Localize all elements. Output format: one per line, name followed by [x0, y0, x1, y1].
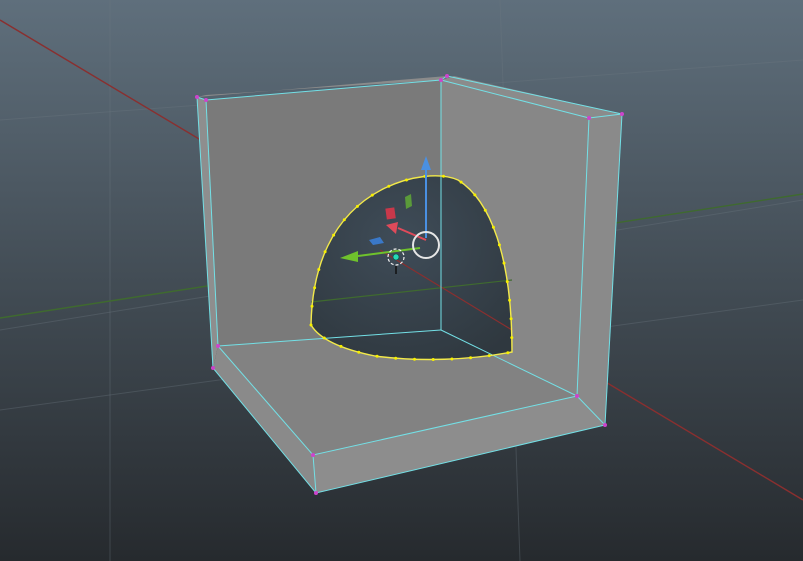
selected-vertex[interactable] — [487, 354, 491, 358]
selected-vertex[interactable] — [323, 250, 327, 254]
vertex[interactable] — [587, 116, 591, 120]
vertex[interactable] — [603, 423, 607, 427]
vertex[interactable] — [314, 491, 318, 495]
vertex[interactable] — [195, 95, 199, 99]
selected-vertex[interactable] — [355, 204, 359, 208]
vertex[interactable] — [204, 98, 208, 102]
selected-vertex[interactable] — [508, 298, 512, 302]
selected-vertex[interactable] — [506, 351, 510, 355]
selected-vertex[interactable] — [469, 356, 473, 360]
selected-vertex[interactable] — [309, 323, 313, 327]
selected-vertex[interactable] — [322, 336, 326, 340]
vertex[interactable] — [211, 366, 215, 370]
selected-vertex[interactable] — [413, 357, 416, 361]
selected-vertex[interactable] — [450, 357, 454, 361]
selected-vertex[interactable] — [313, 286, 317, 290]
selected-vertex[interactable] — [339, 344, 343, 348]
selected-vertex[interactable] — [310, 304, 314, 308]
selected-vertex[interactable] — [357, 350, 361, 354]
selected-vertex[interactable] — [510, 336, 514, 340]
selected-vertex[interactable] — [473, 193, 477, 197]
vertex[interactable] — [620, 112, 624, 116]
vertex[interactable] — [216, 344, 220, 348]
selected-vertex[interactable] — [497, 243, 501, 247]
gizmo-x-plane-handle[interactable] — [385, 207, 396, 220]
selected-vertex[interactable] — [387, 184, 391, 188]
vertex[interactable] — [311, 453, 315, 457]
selected-vertex[interactable] — [317, 268, 321, 271]
selected-vertex[interactable] — [502, 261, 506, 265]
vertex[interactable] — [439, 78, 443, 82]
vertex[interactable] — [575, 394, 579, 398]
selected-vertex[interactable] — [375, 354, 379, 358]
selected-vertex[interactable] — [509, 317, 513, 321]
selected-vertex[interactable] — [491, 225, 495, 229]
selected-vertex[interactable] — [332, 233, 336, 237]
3d-viewport[interactable] — [0, 0, 803, 561]
selected-vertex[interactable] — [459, 180, 463, 184]
selected-vertex[interactable] — [505, 280, 509, 284]
selected-vertex[interactable] — [442, 174, 445, 178]
viewport-canvas[interactable] — [0, 0, 803, 561]
selected-vertex[interactable] — [483, 208, 487, 212]
selected-vertex[interactable] — [342, 218, 346, 222]
selected-vertex[interactable] — [405, 178, 408, 182]
selected-vertex[interactable] — [394, 356, 398, 360]
vertex[interactable] — [445, 74, 449, 78]
selected-vertex[interactable] — [370, 193, 374, 197]
selected-vertex[interactable] — [431, 358, 435, 361]
pivot-point[interactable] — [392, 253, 400, 261]
